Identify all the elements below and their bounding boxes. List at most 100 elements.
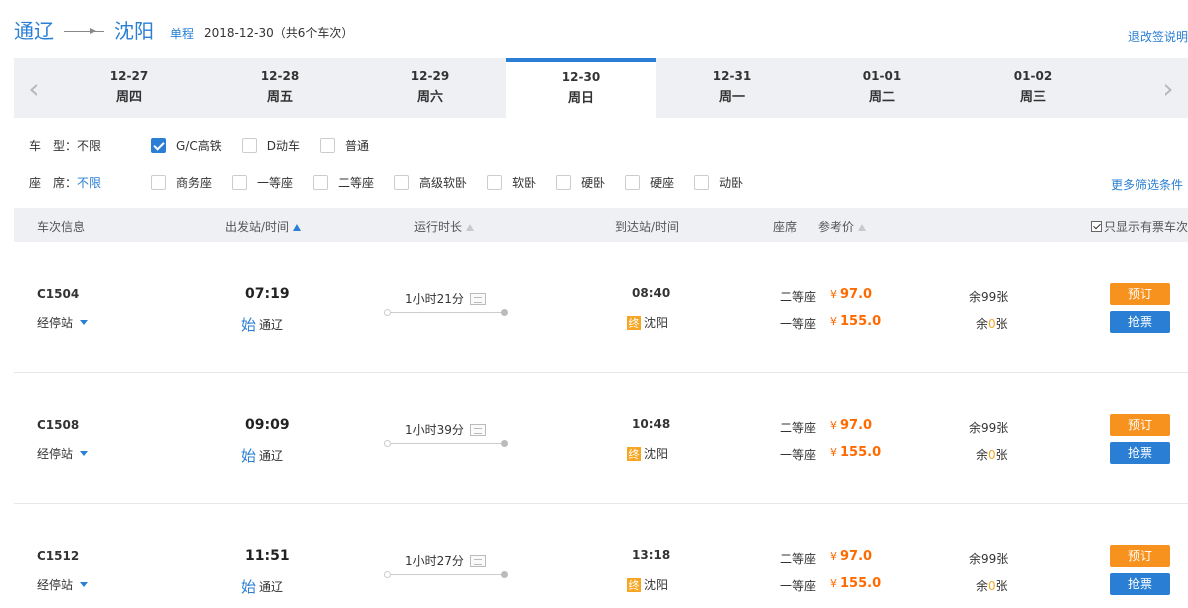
date-tab[interactable]: 12-29 周六 <box>355 58 505 118</box>
seat-price: ¥155.0 <box>830 576 881 591</box>
departure-station-name: 通辽 <box>259 449 284 463</box>
from-city: 通辽 <box>14 18 54 43</box>
date-tab-active[interactable]: 12-30 周日 <box>506 58 656 118</box>
date-tab[interactable]: 01-01 周二 <box>807 58 957 118</box>
price-value: 155.0 <box>840 576 882 591</box>
checkbox-icon[interactable] <box>313 174 329 190</box>
date-tab-date: 01-02 <box>1013 69 1053 83</box>
checkbox-icon[interactable] <box>487 174 503 190</box>
col-duration-sort[interactable]: 运行时长 <box>414 218 475 235</box>
timetable-icon[interactable] <box>469 554 486 567</box>
remain-suffix: 张 <box>996 290 1009 304</box>
checkbox-icon[interactable] <box>625 174 641 190</box>
more-filters-link[interactable]: 更多筛选条件 <box>1111 176 1183 193</box>
arrival-time: 08:40 <box>632 286 671 300</box>
remain-prefix: 余 <box>969 421 982 435</box>
seat-price: ¥97.0 <box>830 287 872 302</box>
timeline-start-dot <box>384 571 391 578</box>
col-depart-sort[interactable]: 出发站/时间 <box>225 218 302 235</box>
next-date-icon[interactable]: › <box>1148 58 1188 118</box>
departure-time: 07:19 <box>245 286 290 302</box>
arrival-time: 10:48 <box>632 417 671 431</box>
checkbox-icon[interactable] <box>556 174 572 190</box>
filter-gc[interactable]: G/C高铁 <box>151 137 222 154</box>
arrival-station: 终沈阳 <box>627 576 668 593</box>
train-type-label-text: 车 型： <box>29 138 78 153</box>
grab-ticket-button[interactable]: 抢票 <box>1110 311 1170 333</box>
date-tab-weekday: 周五 <box>266 90 293 105</box>
checkbox-icon[interactable] <box>232 174 248 190</box>
filter-seat-option[interactable]: 硬座 <box>625 174 674 191</box>
book-button[interactable]: 预订 <box>1110 545 1170 567</box>
filter-normal[interactable]: 普通 <box>319 137 369 154</box>
departure-station-name: 通辽 <box>259 318 284 332</box>
checkbox-icon[interactable] <box>151 174 166 190</box>
yen-sign: ¥ <box>830 446 837 459</box>
filter-option-label: 动卧 <box>719 175 744 190</box>
date-tab-weekday: 周二 <box>868 90 895 105</box>
train-number: C1512 <box>37 549 80 563</box>
end-badge: 终 <box>627 577 641 592</box>
col-depart: 出发站/时间 <box>225 220 290 234</box>
date-tab[interactable]: 12-27 周四 <box>54 58 204 118</box>
filter-seat-option[interactable]: 动卧 <box>694 174 743 191</box>
book-button[interactable]: 预订 <box>1110 414 1170 436</box>
date-tab[interactable]: 12-28 周五 <box>205 58 355 118</box>
prev-date-icon[interactable]: ‹ <box>14 58 54 118</box>
remain-suffix: 张 <box>995 317 1008 331</box>
train-type-value: 不限 <box>77 138 102 153</box>
checkbox-icon[interactable] <box>319 137 335 153</box>
seat-label-text: 座 席： <box>29 175 78 190</box>
grab-ticket-button[interactable]: 抢票 <box>1110 442 1170 464</box>
grab-ticket-button[interactable]: 抢票 <box>1110 573 1170 595</box>
checkbox-icon[interactable] <box>394 174 410 190</box>
duration: 1小时39分 <box>405 421 486 438</box>
filter-option-label: 普通 <box>344 138 369 153</box>
date-tab[interactable]: 01-02 周三 <box>958 58 1108 118</box>
timetable-icon[interactable] <box>469 292 486 305</box>
train-type-label: 车 型：不限 <box>29 137 114 154</box>
filter-option-label: 软卧 <box>512 175 537 190</box>
filter-seat-option[interactable]: 软卧 <box>487 174 536 191</box>
remain-suffix: 张 <box>996 552 1009 566</box>
seat-value[interactable]: 不限 <box>77 176 101 190</box>
yen-sign: ¥ <box>830 288 837 301</box>
stops-toggle[interactable]: 经停站 <box>37 445 89 462</box>
refund-rules-link[interactable]: 退改签说明 <box>1128 28 1188 45</box>
date-tab-date: 12-29 <box>410 69 450 83</box>
checkbox-icon[interactable] <box>694 174 710 190</box>
col-train: 车次信息 <box>37 220 86 234</box>
col-arrive: 到达站/时间 <box>615 220 680 234</box>
col-price: 参考价 <box>818 220 855 234</box>
filter-seat-option[interactable]: 二等座 <box>313 174 374 191</box>
duration-text: 1小时39分 <box>405 423 464 437</box>
seat-type: 二等座 <box>780 552 817 566</box>
filter-seat-option[interactable]: 硬卧 <box>556 174 605 191</box>
filter-seat-option[interactable]: 商务座 <box>151 174 212 191</box>
arrival-station: 终沈阳 <box>627 314 668 331</box>
departure-station: 始通辽 <box>241 314 283 335</box>
seat-price: ¥155.0 <box>830 314 881 329</box>
filter-d[interactable]: D动车 <box>241 137 300 154</box>
seat-price: ¥155.0 <box>830 445 881 460</box>
checkbox-icon[interactable] <box>241 137 257 153</box>
checkbox-icon[interactable] <box>151 137 166 153</box>
stops-toggle[interactable]: 经停站 <box>37 314 89 331</box>
timetable-icon[interactable] <box>469 423 486 436</box>
seat-price: ¥97.0 <box>830 418 872 433</box>
date-tab[interactable]: 12-31 周一 <box>657 58 807 118</box>
filter-seat-option[interactable]: 高级软卧 <box>394 174 467 191</box>
date-tab-weekday: 周三 <box>1019 90 1046 105</box>
trip-info: 2018-12-30（共6个车次） <box>204 25 354 40</box>
stops-toggle[interactable]: 经停站 <box>37 576 89 593</box>
only-available-toggle[interactable]: 只显示有票车次 <box>1091 218 1188 235</box>
price-value: 155.0 <box>840 314 882 329</box>
remain-prefix: 余 <box>976 317 989 331</box>
end-badge: 终 <box>627 446 641 461</box>
date-selector: ‹ 12-27 周四 12-28 周五 12-29 周六 12-30 周日 12… <box>14 58 1188 118</box>
col-price-sort[interactable]: 参考价 <box>818 218 867 235</box>
filter-option-label: 二等座 <box>338 175 375 190</box>
checkbox-icon[interactable] <box>1091 221 1102 232</box>
filter-seat-option[interactable]: 一等座 <box>232 174 293 191</box>
book-button[interactable]: 预订 <box>1110 283 1170 305</box>
